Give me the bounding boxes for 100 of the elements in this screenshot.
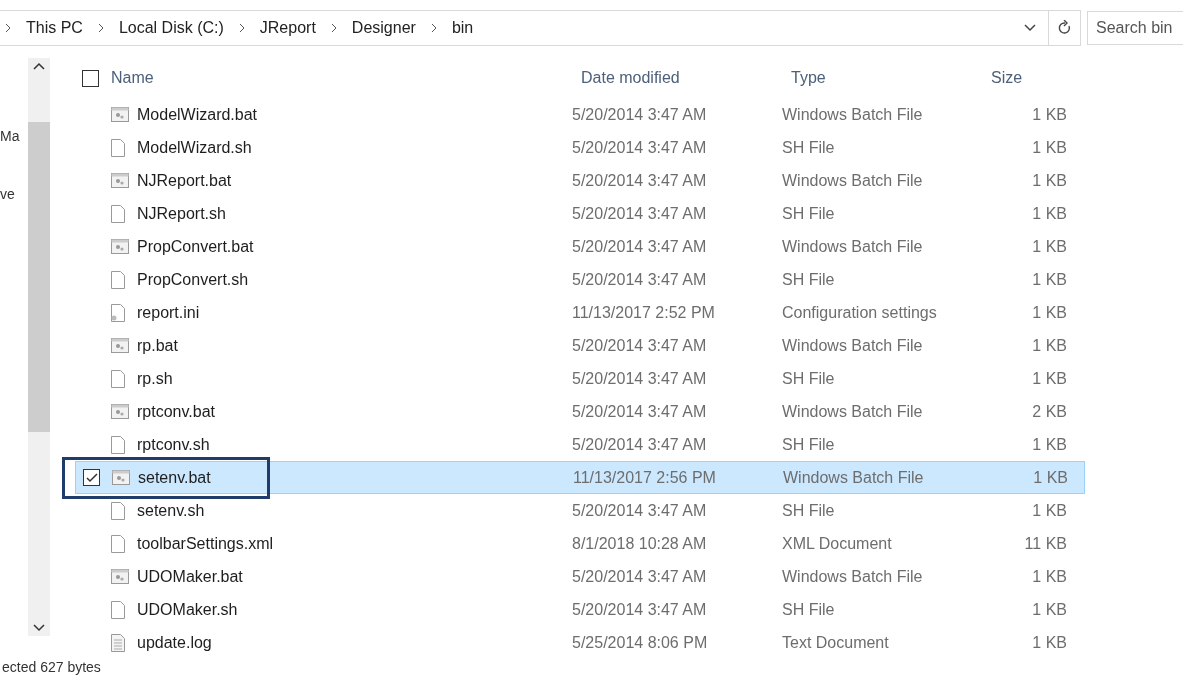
batch-file-icon — [111, 404, 129, 419]
file-name: setenv.sh — [137, 501, 206, 520]
scrollbar[interactable] — [28, 58, 50, 636]
file-type: Windows Batch File — [782, 567, 924, 586]
breadcrumb-item[interactable]: Local Disk (C:) — [118, 19, 224, 37]
file-size: 1 KB — [1031, 633, 1067, 652]
file-name: PropConvert.bat — [137, 237, 255, 256]
scroll-down-icon[interactable] — [33, 624, 45, 632]
select-all-checkbox[interactable] — [82, 69, 99, 87]
dropdown-icon[interactable] — [1024, 24, 1036, 32]
batch-file-icon — [111, 173, 129, 188]
file-size: 1 KB — [1031, 369, 1067, 388]
file-name: UDOMaker.sh — [137, 600, 239, 619]
file-name: rptconv.sh — [137, 435, 211, 454]
date-modified: 5/20/2014 3:47 AM — [572, 369, 708, 388]
file-size: 1 KB — [1031, 600, 1067, 619]
chevron-icon — [4, 23, 12, 33]
file-type: Windows Batch File — [782, 171, 924, 190]
search-field[interactable]: Search bin — [1087, 11, 1183, 45]
file-name: toolbarSettings.xml — [137, 534, 275, 553]
file-row[interactable]: UDOMaker.bat 5/20/2014 3:47 AM Windows Batch File 1 KB — [75, 560, 1085, 593]
file-row[interactable]: rptconv.bat 5/20/2014 3:47 AM Windows Batch File 2 KB — [75, 395, 1085, 428]
batch-file-icon — [111, 569, 129, 584]
breadcrumb-item[interactable]: bin — [451, 19, 474, 37]
date-modified: 11/13/2017 2:56 PM — [573, 468, 717, 487]
file-row[interactable]: toolbarSettings.xml 8/1/2018 10:28 AM XML Document 11 KB — [75, 527, 1085, 560]
date-modified: 5/20/2014 3:47 AM — [572, 600, 708, 619]
file-type: SH File — [782, 369, 836, 388]
file-type: Windows Batch File — [782, 105, 924, 124]
refresh-icon — [1057, 20, 1072, 36]
file-row[interactable]: ModelWizard.sh 5/20/2014 3:47 AM SH File 1 KB — [75, 131, 1085, 164]
file-size: 1 KB — [1031, 501, 1067, 520]
file-row[interactable]: rp.sh 5/20/2014 3:47 AM SH File 1 KB — [75, 362, 1085, 395]
date-modified: 5/20/2014 3:47 AM — [572, 105, 708, 124]
file-row[interactable]: NJReport.bat 5/20/2014 3:47 AM Windows Batch File 1 KB — [75, 164, 1085, 197]
file-size: 1 KB — [1031, 138, 1067, 157]
date-modified: 5/20/2014 3:47 AM — [572, 567, 708, 586]
file-row[interactable]: setenv.bat 11/13/2017 2:56 PM Windows Batch File 1 KB — [75, 461, 1085, 494]
date-modified: 5/20/2014 3:47 AM — [572, 237, 708, 256]
file-row[interactable]: report.ini 11/13/2017 2:52 PM Configuration settings 1 KB — [75, 296, 1085, 329]
address-bar[interactable]: This PC Local Disk (C:) JReport Designer bin — [0, 10, 1081, 46]
column-header[interactable]: Date modified — [581, 69, 791, 87]
column-header[interactable]: Name — [111, 69, 581, 87]
file-name: rptconv.bat — [137, 402, 216, 421]
file-size: 1 KB — [1031, 270, 1067, 289]
file-type: SH File — [782, 600, 836, 619]
date-modified: 5/20/2014 3:47 AM — [572, 435, 708, 454]
file-name: setenv.bat — [138, 468, 212, 487]
row-checkbox[interactable] — [83, 469, 100, 486]
file-size: 1 KB — [1031, 171, 1067, 190]
file-type: Text Document — [782, 633, 890, 652]
file-type: SH File — [782, 435, 836, 454]
file-size: 1 KB — [1031, 336, 1067, 355]
batch-file-icon — [111, 239, 129, 254]
file-type: SH File — [782, 138, 836, 157]
file-row[interactable]: UDOMaker.sh 5/20/2014 3:47 AM SH File 1 KB — [75, 593, 1085, 626]
file-row[interactable]: rptconv.sh 5/20/2014 3:47 AM SH File 1 KB — [75, 428, 1085, 461]
file-row[interactable]: PropConvert.bat 5/20/2014 3:47 AM Windows Batch File 1 KB — [75, 230, 1085, 263]
file-name: ModelWizard.sh — [137, 138, 253, 157]
batch-file-icon — [112, 470, 130, 485]
date-modified: 5/20/2014 3:47 AM — [572, 270, 708, 289]
file-type: Windows Batch File — [782, 237, 924, 256]
file-size: 1 KB — [1031, 567, 1067, 586]
scroll-up-icon[interactable] — [33, 62, 45, 70]
file-row[interactable]: NJReport.sh 5/20/2014 3:47 AM SH File 1 KB — [75, 197, 1085, 230]
file-size: 1 KB — [1031, 237, 1067, 256]
file-name: NJReport.bat — [137, 171, 233, 190]
column-header[interactable]: Type — [791, 69, 991, 87]
file-type: XML Document — [782, 534, 893, 553]
file-name: rp.sh — [137, 369, 174, 388]
date-modified: 5/20/2014 3:47 AM — [572, 402, 708, 421]
chevron-icon — [329, 23, 338, 33]
chevron-icon — [96, 23, 105, 33]
file-name: NJReport.sh — [137, 204, 227, 223]
file-size: 1 KB — [1031, 204, 1067, 223]
batch-file-icon — [111, 338, 129, 353]
file-type: Windows Batch File — [783, 468, 925, 487]
date-modified: 5/20/2014 3:47 AM — [572, 336, 708, 355]
chevron-icon — [429, 23, 438, 33]
breadcrumb-item[interactable]: JReport — [259, 19, 316, 37]
file-row[interactable]: ModelWizard.bat 5/20/2014 3:47 AM Windows Batch File 1 KB — [75, 98, 1085, 131]
file-name: ModelWizard.bat — [137, 105, 259, 124]
file-size: 1 KB — [1031, 105, 1067, 124]
file-name: PropConvert.sh — [137, 270, 250, 289]
file-row[interactable]: setenv.sh 5/20/2014 3:47 AM SH File 1 KB — [75, 494, 1085, 527]
nav-item[interactable]: Ma — [0, 128, 20, 144]
column-header[interactable]: Size — [991, 69, 1076, 87]
breadcrumb-item[interactable]: Designer — [351, 19, 416, 37]
date-modified: 5/20/2014 3:47 AM — [572, 138, 708, 157]
breadcrumb-item[interactable]: This PC — [26, 19, 83, 37]
date-modified: 5/20/2014 3:47 AM — [572, 501, 708, 520]
file-size: 1 KB — [1031, 303, 1067, 322]
file-size: 2 KB — [1031, 402, 1067, 421]
file-row[interactable]: PropConvert.sh 5/20/2014 3:47 AM SH File 1 KB — [75, 263, 1085, 296]
file-row[interactable]: update.log 5/25/2014 8:06 PM Text Document 1 KB — [75, 626, 1085, 659]
file-type: Windows Batch File — [782, 402, 924, 421]
file-name: rp.bat — [137, 336, 179, 355]
file-row[interactable]: rp.bat 5/20/2014 3:47 AM Windows Batch File 1 KB — [75, 329, 1085, 362]
nav-item[interactable]: ve — [0, 186, 15, 202]
date-modified: 5/20/2014 3:47 AM — [572, 204, 708, 223]
